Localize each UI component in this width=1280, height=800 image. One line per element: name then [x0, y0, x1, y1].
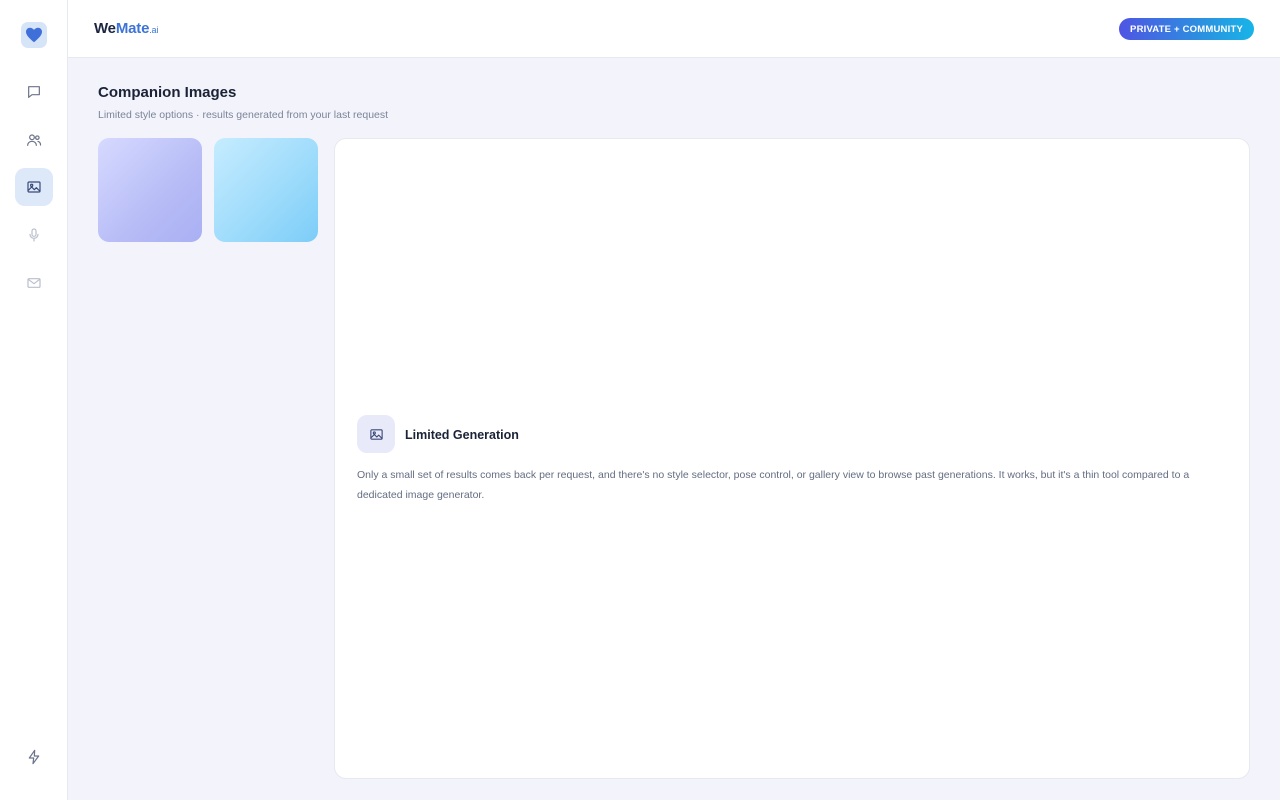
heart-logo-icon[interactable] [21, 22, 47, 48]
mail-icon [27, 278, 41, 288]
lightning-icon [28, 749, 40, 765]
top-header: WeMate.ai PRIVATE + COMMUNITY [68, 0, 1280, 58]
sidebar-item-images[interactable] [15, 168, 53, 206]
image-thumbnail[interactable] [214, 138, 318, 242]
sidebar-item-companions[interactable] [15, 121, 53, 159]
app-root: WeMate.ai PRIVATE + COMMUNITY Companion … [0, 0, 1280, 800]
brand-mate: Mate [115, 20, 150, 37]
page-title: Companion Images [98, 84, 237, 101]
users-icon [27, 134, 42, 146]
brand-we: We [94, 20, 116, 37]
plan-badge[interactable]: PRIVATE + COMMUNITY [1119, 18, 1254, 40]
sidebar-item-chat[interactable] [15, 73, 53, 111]
sidebar-item-upgrade[interactable] [15, 738, 53, 776]
image-thumbnail[interactable] [98, 138, 202, 242]
sidebar-item-messages[interactable] [15, 264, 53, 302]
brand-domain: .ai [149, 25, 159, 35]
microphone-icon [29, 228, 39, 242]
notice-title: Limited Generation [405, 428, 519, 442]
sidebar [0, 0, 68, 800]
notice-image-icon [357, 415, 395, 453]
page-subtitle: Limited style options · results generate… [98, 109, 389, 121]
brand-logo[interactable]: WeMate.ai [94, 20, 158, 37]
sidebar-item-voice[interactable] [15, 216, 53, 254]
notice-text: Only a small set of results comes back p… [357, 469, 1190, 501]
image-icon [27, 181, 41, 193]
chat-icon [28, 86, 40, 98]
image-icon [369, 428, 383, 440]
image-preview-panel: Limited Generation Only a small set of r… [334, 138, 1250, 779]
